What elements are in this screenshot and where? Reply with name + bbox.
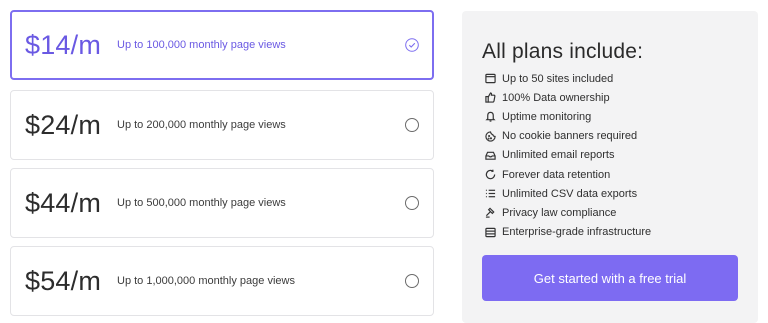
plan-description: Up to 1,000,000 monthly page views — [117, 275, 295, 287]
check-circle-icon[interactable] — [405, 38, 419, 52]
feature-item: No cookie banners required — [484, 127, 651, 146]
gavel-icon — [484, 207, 496, 219]
plan-description: Up to 200,000 monthly page views — [117, 119, 286, 131]
feature-item: 100% Data ownership — [484, 88, 651, 107]
feature-label: No cookie banners required — [502, 130, 638, 143]
feature-item: Forever data retention — [484, 165, 651, 184]
feature-label: Forever data retention — [502, 168, 611, 181]
plan-price: $44/m — [25, 187, 102, 218]
feature-item: Privacy law compliance — [484, 203, 651, 222]
server-icon — [484, 226, 496, 238]
radio-button[interactable] — [405, 196, 419, 210]
feature-label: Up to 50 sites included — [502, 72, 614, 85]
plan-price: $14/m — [25, 29, 102, 60]
plan-price: $54/m — [25, 265, 102, 296]
feature-item: Unlimited CSV data exports — [484, 184, 651, 203]
plan-option-24[interactable]: $24/m Up to 200,000 monthly page views — [10, 90, 434, 160]
plan-option-44[interactable]: $44/m Up to 500,000 monthly page views — [10, 168, 434, 238]
plan-option-14[interactable]: $14/m Up to 100,000 monthly page views — [10, 10, 434, 80]
inbox-icon — [484, 149, 496, 161]
feature-list: Up to 50 sites included 100% Data owners… — [484, 69, 651, 242]
plan-description: Up to 500,000 monthly page views — [117, 197, 286, 209]
plan-option-54[interactable]: $54/m Up to 1,000,000 monthly page views — [10, 246, 434, 316]
feature-label: Privacy law compliance — [502, 206, 617, 219]
feature-label: Enterprise-grade infrastructure — [502, 226, 652, 239]
list-icon — [484, 188, 496, 200]
feature-label: 100% Data ownership — [502, 91, 610, 104]
feature-label: Unlimited email reports — [502, 149, 615, 162]
cookie-icon — [484, 130, 496, 142]
feature-item: Enterprise-grade infrastructure — [484, 223, 651, 242]
free-trial-button[interactable]: Get started with a free trial — [482, 255, 738, 301]
bell-icon — [484, 111, 496, 123]
plan-description: Up to 100,000 monthly page views — [117, 39, 286, 51]
feature-label: Uptime monitoring — [502, 110, 592, 123]
browser-window-icon — [484, 73, 496, 85]
plans-include-panel: All plans include: Up to 50 sites includ… — [462, 11, 758, 323]
panel-heading: All plans include: — [482, 40, 644, 63]
thumbs-up-icon — [484, 92, 496, 104]
feature-label: Unlimited CSV data exports — [502, 187, 638, 200]
feature-item: Unlimited email reports — [484, 146, 651, 165]
feature-item: Up to 50 sites included — [484, 69, 651, 88]
radio-button[interactable] — [405, 118, 419, 132]
radio-button[interactable] — [405, 274, 419, 288]
refresh-icon — [484, 169, 496, 181]
plan-price: $24/m — [25, 109, 102, 140]
feature-item: Uptime monitoring — [484, 107, 651, 126]
